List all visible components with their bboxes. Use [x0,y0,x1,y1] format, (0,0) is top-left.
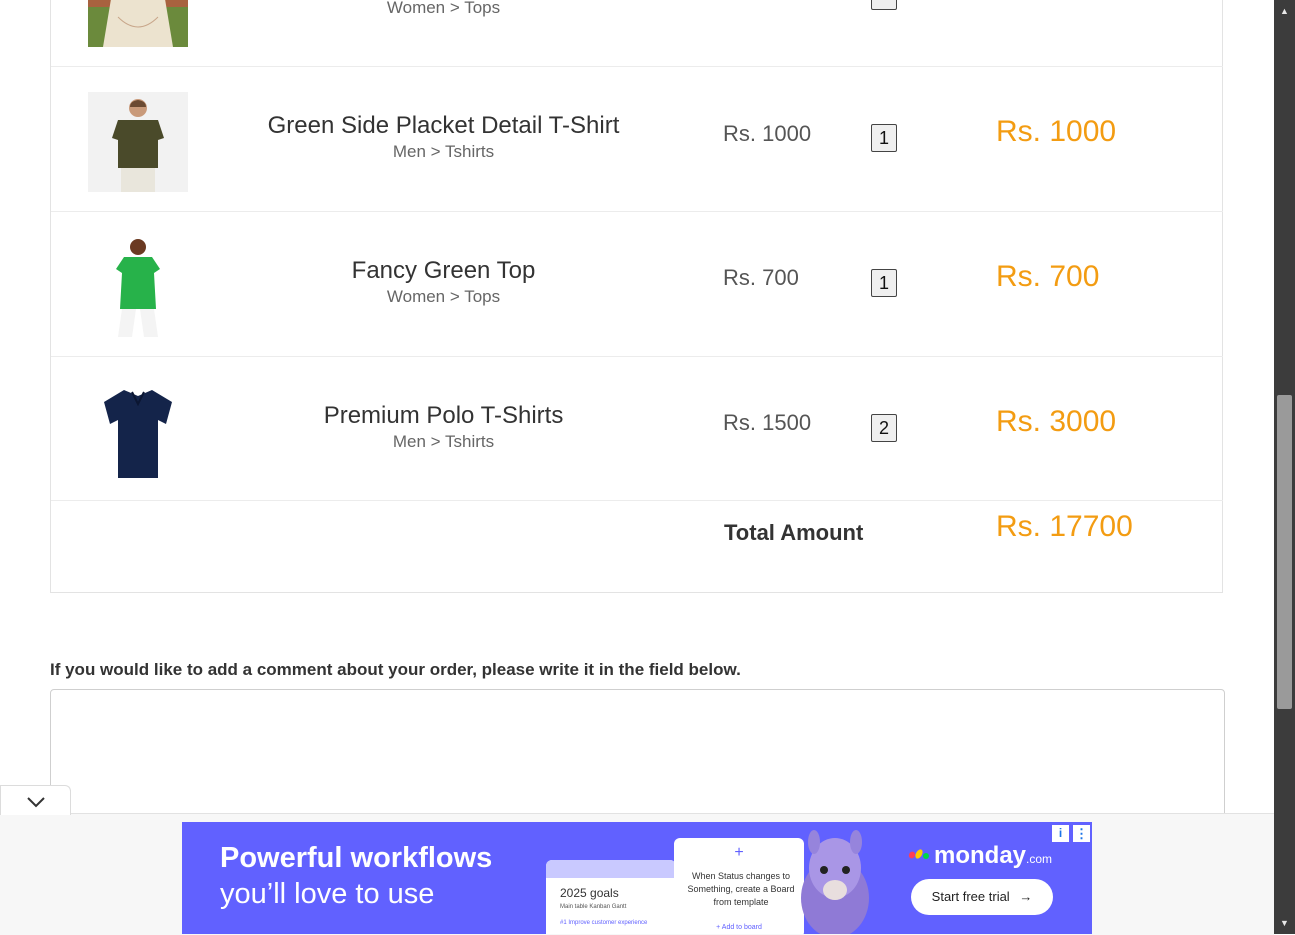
scrollbar-thumb[interactable] [1277,395,1292,709]
line-subtotal: Rs. 1000 [996,115,1117,148]
ad-collapse-toggle[interactable] [0,785,71,815]
total-label: Total Amount [724,520,864,545]
quantity-input[interactable]: 1 [871,269,897,297]
ad-headline: Powerful workflows [220,842,493,874]
quantity-input[interactable] [871,0,897,10]
scroll-down-icon[interactable]: ▼ [1274,914,1295,932]
product-image[interactable] [88,0,188,47]
unit-price: Rs. 1500 [723,410,812,435]
line-subtotal: Rs. 700 [996,260,1100,293]
ad-automation-card: + When Status changes to Something, crea… [674,838,804,934]
cart-row: Green Side Placket Detail T-Shirt Men > … [51,67,1223,211]
monday-logo-icon [908,849,929,859]
chevron-down-icon [1,786,70,817]
ad-board-item: #1 Improve customer experience [560,920,648,926]
scroll-up-icon[interactable]: ▲ [1274,2,1295,20]
ad-board-title: 2025 goals [560,886,619,900]
product-category: Women > Tops [386,0,501,17]
ad-automation-text: When Status changes to Something, create… [687,871,795,907]
product-category: Men > Tshirts [392,432,495,451]
product-image[interactable] [88,92,188,192]
product-image[interactable] [88,237,188,337]
ad-info-icon[interactable]: i [1051,824,1070,843]
comment-label: If you would like to add a comment about… [50,660,741,679]
advertisement-banner[interactable]: Powerful workflows you’ll love to use 20… [182,822,1092,934]
product-image[interactable] [88,382,188,482]
ad-board-tabs: Main table Kanban Gantt [560,904,627,910]
product-name[interactable]: Premium Polo T-Shirts [211,402,676,430]
ad-automation-link: + Add to board [716,924,762,931]
product-category: Men > Tshirts [392,142,495,161]
cart-row: Fancy Green Top Women > Tops Rs. 700 1 R… [51,212,1223,356]
product-category: Women > Tops [386,287,501,306]
vertical-scrollbar[interactable]: ▲ ▼ [1274,0,1295,934]
ad-brand-logo: monday.com [934,842,1053,869]
plus-icon: + [734,844,744,861]
ad-board-card: 2025 goals Main table Kanban Gantt #1 Im… [546,860,676,934]
line-subtotal: Rs. 3000 [996,405,1117,438]
unit-price: Rs. 700 [723,265,799,290]
row-divider [51,500,1223,501]
unit-price: Rs. 1000 [723,121,812,146]
product-name[interactable]: Green Side Placket Detail T-Shirt [211,112,676,140]
arrow-right-icon: → [1019,889,1033,904]
ad-menu-icon[interactable]: ⋮ [1072,824,1091,843]
product-name[interactable]: Fancy Green Top [211,257,676,285]
quantity-input[interactable]: 2 [871,414,897,442]
quantity-input[interactable]: 1 [871,124,897,152]
ad-subheadline: you’ll love to use [220,878,435,910]
cart-row: Premium Polo T-Shirts Men > Tshirts Rs. … [51,357,1223,501]
llama-illustration [801,830,869,934]
total-value: Rs. 17700 [996,510,1133,543]
start-free-trial-button[interactable]: Start free trial → [911,879,1053,915]
